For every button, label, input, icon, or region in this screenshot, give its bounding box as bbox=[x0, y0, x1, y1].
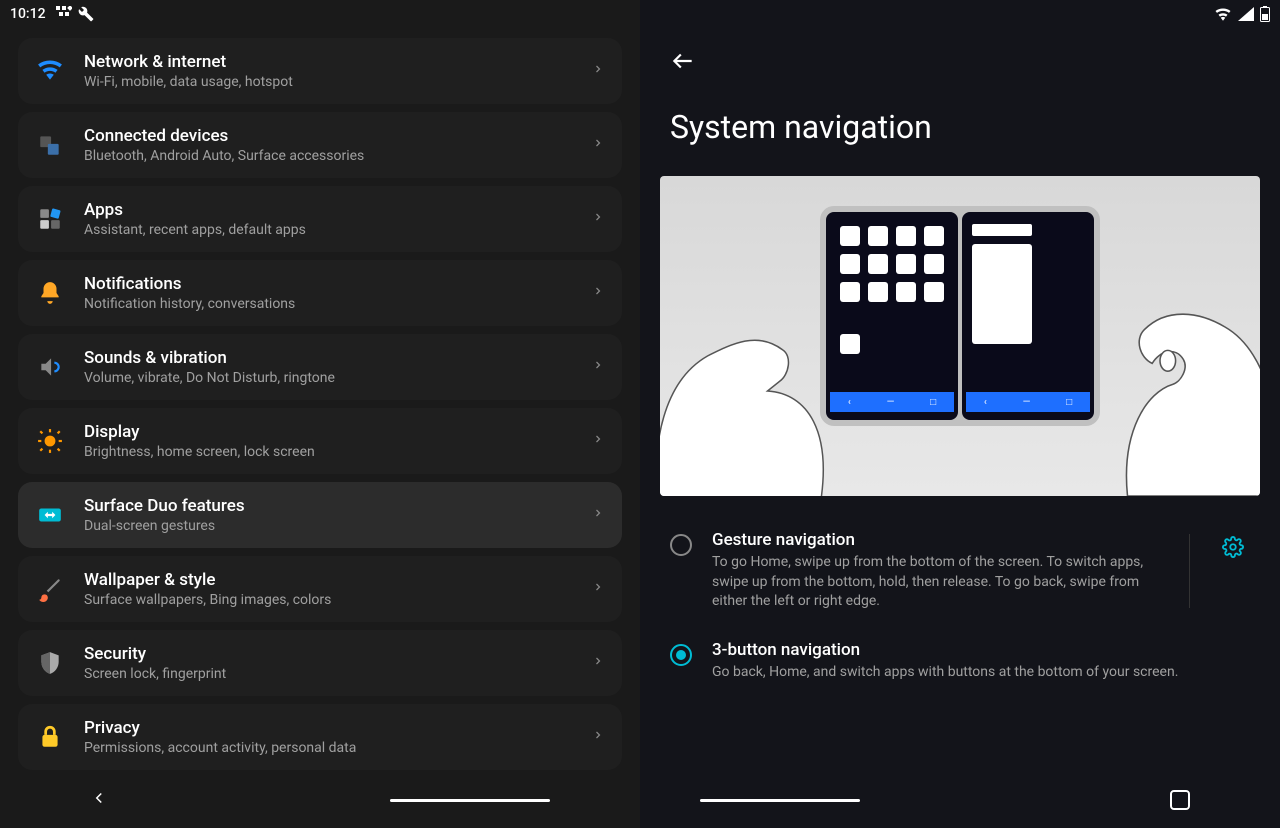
item-title: Connected devices bbox=[84, 126, 572, 146]
item-title: Network & internet bbox=[84, 52, 572, 72]
item-title: Notifications bbox=[84, 274, 572, 294]
item-subtitle: Wi-Fi, mobile, data usage, hotspot bbox=[84, 74, 572, 90]
item-title: Privacy bbox=[84, 718, 572, 738]
devices-icon bbox=[36, 131, 64, 159]
option-title: 3-button navigation bbox=[712, 640, 1250, 660]
chevron-right-icon bbox=[592, 134, 604, 157]
option-description: Go back, Home, and switch apps with butt… bbox=[712, 663, 1250, 683]
chevron-right-icon bbox=[592, 208, 604, 231]
nav-option--button-navigation[interactable]: 3-button navigation Go back, Home, and s… bbox=[670, 626, 1250, 697]
chevron-right-icon bbox=[592, 60, 604, 83]
settings-left-pane: 10:12 Network & internet Wi-Fi, mobile, … bbox=[0, 0, 640, 828]
grid-status-icon bbox=[56, 6, 72, 22]
item-subtitle: Screen lock, fingerprint bbox=[84, 666, 572, 682]
item-subtitle: Assistant, recent apps, default apps bbox=[84, 222, 572, 238]
item-title: Security bbox=[84, 644, 572, 664]
wifi-icon bbox=[1214, 7, 1232, 21]
item-subtitle: Surface wallpapers, Bing images, colors bbox=[84, 592, 572, 608]
chevron-right-icon bbox=[592, 652, 604, 675]
chevron-right-icon bbox=[592, 578, 604, 601]
option-description: To go Home, swipe up from the bottom of … bbox=[712, 553, 1163, 612]
item-title: Wallpaper & style bbox=[84, 570, 572, 590]
navigation-options: Gesture navigation To go Home, swipe up … bbox=[640, 496, 1280, 716]
item-subtitle: Permissions, account activity, personal … bbox=[84, 740, 572, 756]
settings-item-apps[interactable]: Apps Assistant, recent apps, default app… bbox=[18, 186, 622, 252]
system-nav-bar-left bbox=[0, 780, 640, 820]
apps-icon bbox=[36, 205, 64, 233]
signal-icon bbox=[1238, 7, 1254, 21]
radio-button[interactable] bbox=[670, 534, 692, 556]
status-bar-right bbox=[640, 0, 1280, 28]
home-gesture-bar[interactable] bbox=[390, 799, 550, 802]
duo-icon bbox=[36, 501, 64, 529]
settings-item-surface-duo-features[interactable]: Surface Duo features Dual-screen gesture… bbox=[18, 482, 622, 548]
item-title: Surface Duo features bbox=[84, 496, 572, 516]
page-title: System navigation bbox=[640, 88, 1280, 176]
navigation-illustration: ‹—□ ‹—□ bbox=[660, 176, 1260, 496]
settings-item-sounds-vibration[interactable]: Sounds & vibration Volume, vibrate, Do N… bbox=[18, 334, 622, 400]
option-settings-gear[interactable] bbox=[1216, 530, 1250, 568]
wrench-status-icon bbox=[78, 6, 94, 22]
system-nav-bar-right bbox=[640, 780, 1280, 820]
settings-item-network-internet[interactable]: Network & internet Wi-Fi, mobile, data u… bbox=[18, 38, 622, 104]
nav-option-gesture-navigation[interactable]: Gesture navigation To go Home, swipe up … bbox=[670, 516, 1250, 626]
chevron-right-icon bbox=[592, 504, 604, 527]
radio-button[interactable] bbox=[670, 644, 692, 666]
chevron-right-icon bbox=[592, 726, 604, 749]
recent-apps-icon[interactable] bbox=[1170, 790, 1190, 810]
chevron-right-icon bbox=[592, 356, 604, 379]
bell-icon bbox=[36, 279, 64, 307]
settings-list[interactable]: Network & internet Wi-Fi, mobile, data u… bbox=[0, 28, 640, 828]
sun-icon bbox=[36, 427, 64, 455]
settings-item-privacy[interactable]: Privacy Permissions, account activity, p… bbox=[18, 704, 622, 770]
item-title: Apps bbox=[84, 200, 572, 220]
sound-icon bbox=[36, 353, 64, 381]
detail-right-pane: System navigation ‹—□ ‹—□ bbox=[640, 0, 1280, 828]
item-title: Sounds & vibration bbox=[84, 348, 572, 368]
battery-icon bbox=[1260, 6, 1270, 22]
item-subtitle: Dual-screen gestures bbox=[84, 518, 572, 534]
settings-item-notifications[interactable]: Notifications Notification history, conv… bbox=[18, 260, 622, 326]
back-nav-icon[interactable] bbox=[90, 789, 108, 811]
item-subtitle: Notification history, conversations bbox=[84, 296, 572, 312]
status-bar-left: 10:12 bbox=[0, 0, 640, 28]
status-time: 10:12 bbox=[10, 6, 46, 22]
chevron-right-icon bbox=[592, 430, 604, 453]
item-subtitle: Brightness, home screen, lock screen bbox=[84, 444, 572, 460]
item-subtitle: Volume, vibrate, Do Not Disturb, rington… bbox=[84, 370, 572, 386]
settings-item-connected-devices[interactable]: Connected devices Bluetooth, Android Aut… bbox=[18, 112, 622, 178]
shield-icon bbox=[36, 649, 64, 677]
option-title: Gesture navigation bbox=[712, 530, 1163, 550]
wifi-icon bbox=[36, 57, 64, 85]
settings-item-wallpaper-style[interactable]: Wallpaper & style Surface wallpapers, Bi… bbox=[18, 556, 622, 622]
settings-item-security[interactable]: Security Screen lock, fingerprint bbox=[18, 630, 622, 696]
chevron-right-icon bbox=[592, 282, 604, 305]
brush-icon bbox=[36, 575, 64, 603]
item-subtitle: Bluetooth, Android Auto, Surface accesso… bbox=[84, 148, 572, 164]
back-button[interactable] bbox=[640, 28, 1280, 88]
home-gesture-bar-right[interactable] bbox=[700, 799, 860, 802]
lock-icon bbox=[36, 723, 64, 751]
settings-item-display[interactable]: Display Brightness, home screen, lock sc… bbox=[18, 408, 622, 474]
item-title: Display bbox=[84, 422, 572, 442]
